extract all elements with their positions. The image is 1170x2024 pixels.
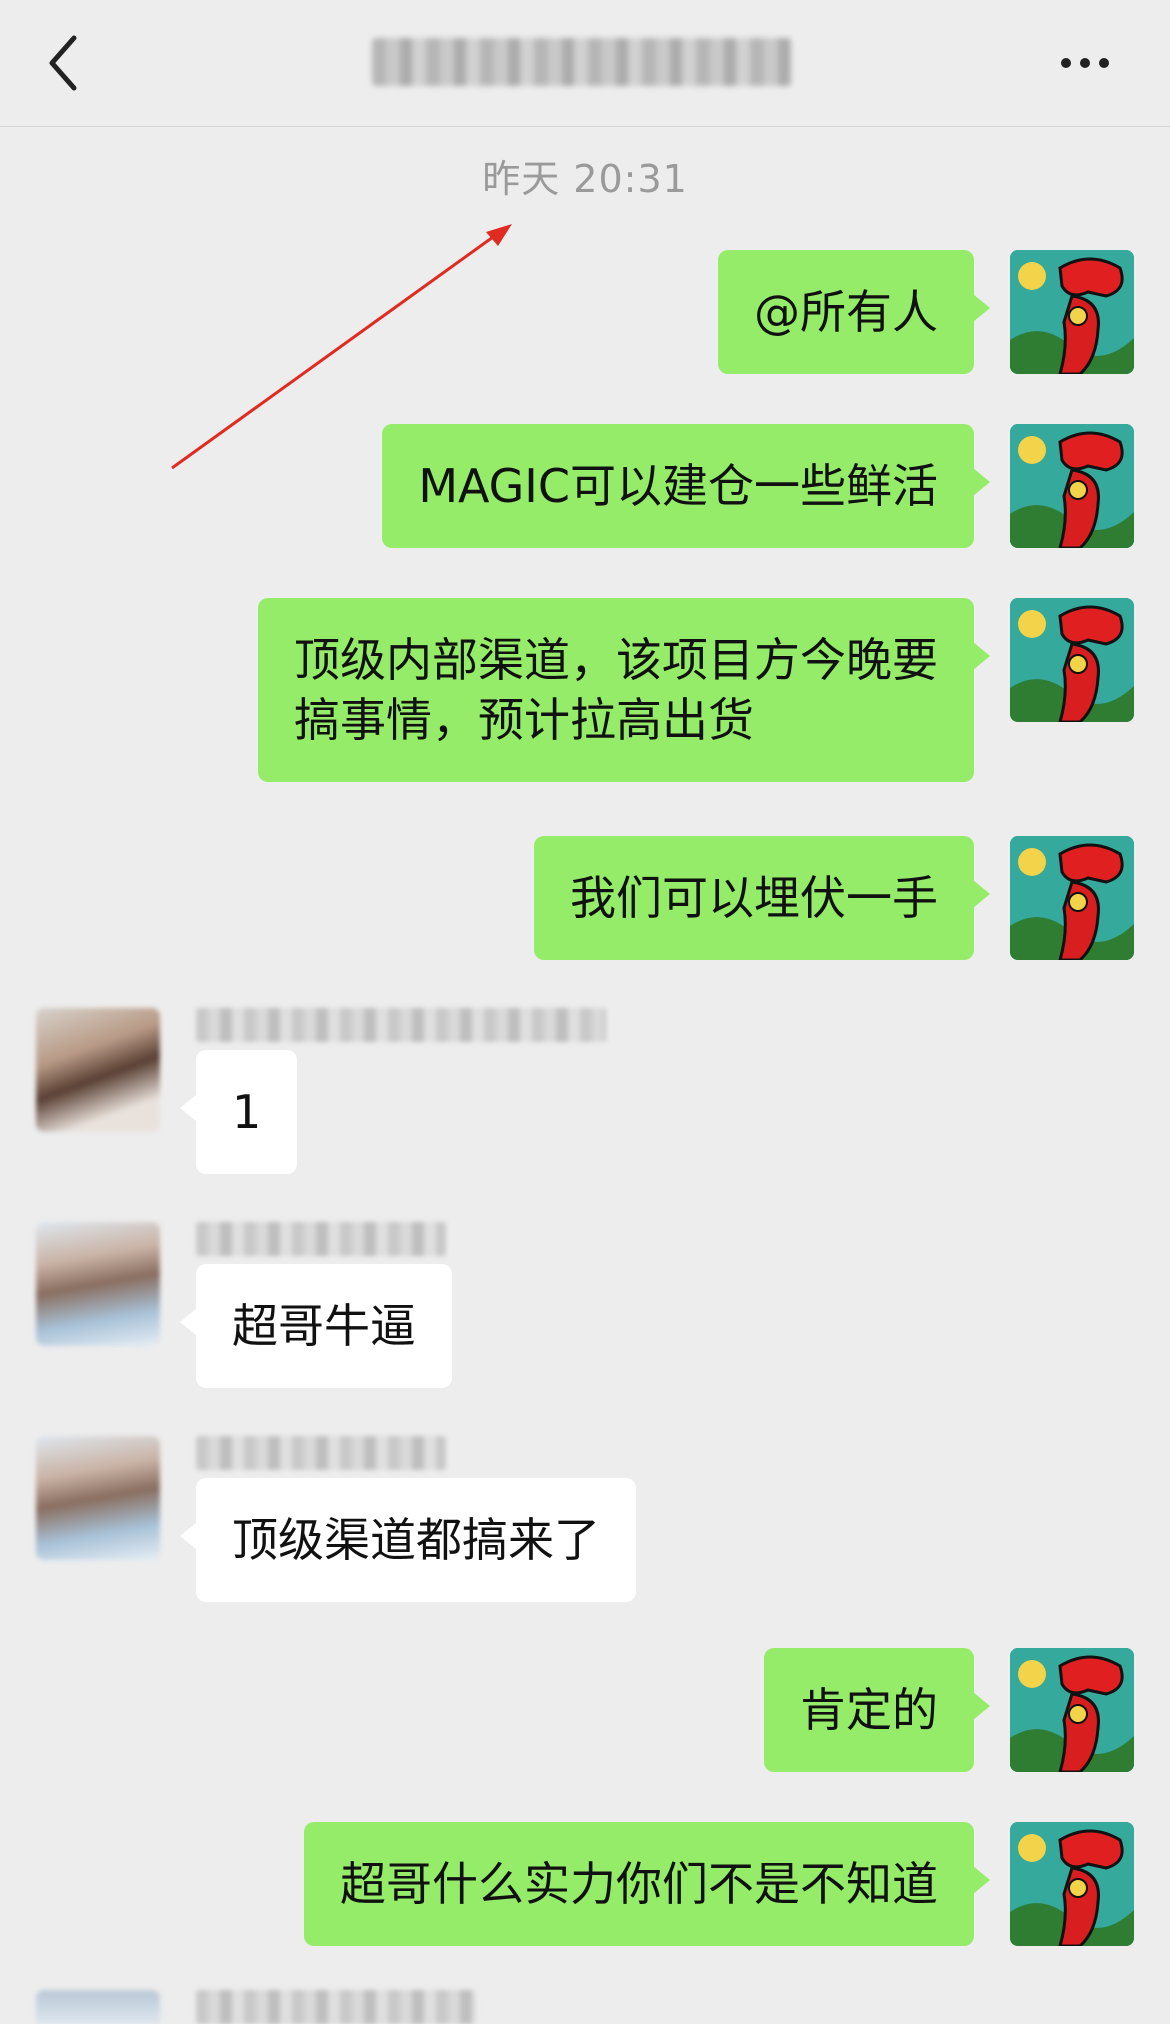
message-text: 1 [232, 1085, 262, 1139]
message-row-partial [0, 1990, 1170, 2024]
outgoing-message-bubble[interactable]: @所有人 [718, 250, 990, 374]
member-avatar[interactable] [36, 1436, 160, 1560]
outgoing-message-bubble[interactable]: MAGIC可以建仓一些鲜活 [382, 424, 990, 548]
outgoing-message-bubble[interactable]: 超哥什么实力你们不是不知道 [304, 1822, 990, 1946]
self-avatar[interactable] [1010, 1648, 1134, 1772]
self-avatar[interactable] [1010, 424, 1134, 548]
sender-name-redacted [196, 1008, 606, 1042]
member-avatar[interactable] [36, 1008, 160, 1132]
incoming-message-bubble[interactable]: 1 [179, 1050, 298, 1174]
self-avatar[interactable] [1010, 598, 1134, 722]
member-avatar[interactable] [36, 1990, 160, 2024]
sender-name-redacted [196, 1436, 446, 1470]
self-avatar[interactable] [1010, 250, 1134, 374]
superhero-avatar-image [1010, 424, 1134, 548]
message-text: @所有人 [754, 285, 938, 339]
superhero-avatar-image [1010, 836, 1134, 960]
self-avatar[interactable] [1010, 1822, 1134, 1946]
incoming-message-bubble[interactable]: 超哥牛逼 [180, 1264, 452, 1388]
superhero-avatar-image [1010, 250, 1134, 374]
incoming-message-bubble[interactable]: 顶级渠道都搞来了 [180, 1478, 636, 1602]
message-text: 超哥什么实力你们不是不知道 [340, 1857, 938, 1911]
outgoing-message-bubble[interactable]: 肯定的 [764, 1648, 990, 1772]
member-avatar[interactable] [36, 1222, 160, 1346]
outgoing-message-bubble[interactable]: 顶级内部渠道，该项目方今晚要 搞事情，预计拉高出货 [258, 598, 990, 782]
sender-name-redacted [196, 1222, 446, 1256]
message-text-line: 搞事情，预计拉高出货 [294, 693, 754, 747]
superhero-avatar-image [1010, 1822, 1134, 1946]
message-text-line: 顶级内部渠道，该项目方今晚要 [294, 633, 938, 687]
sender-name-redacted [196, 1990, 476, 2024]
message-text: 顶级渠道都搞来了 [232, 1513, 600, 1567]
message-text: MAGIC可以建仓一些鲜活 [418, 459, 938, 513]
message-text: 超哥牛逼 [232, 1299, 416, 1353]
message-text: 我们可以埋伏一手 [570, 871, 938, 925]
message-text: 肯定的 [800, 1683, 938, 1737]
superhero-avatar-image [1010, 598, 1134, 722]
outgoing-message-bubble[interactable]: 我们可以埋伏一手 [534, 836, 990, 960]
superhero-avatar-image [1010, 1648, 1134, 1772]
self-avatar[interactable] [1010, 836, 1134, 960]
